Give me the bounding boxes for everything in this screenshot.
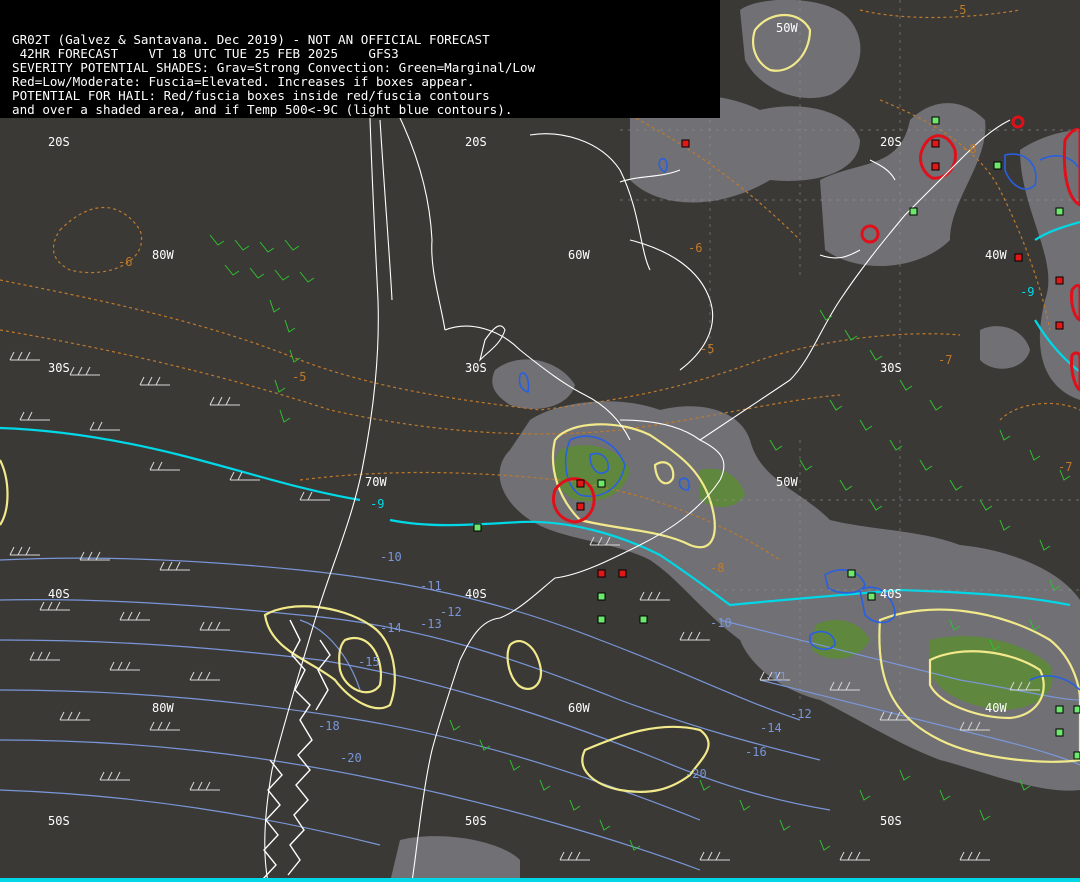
box-green bbox=[639, 615, 648, 624]
contour-label: -12 bbox=[440, 605, 462, 619]
contour-label: -10 bbox=[710, 616, 732, 630]
label-lat-50s: 50S bbox=[465, 814, 487, 828]
map-canvas: 20S 20S 20S 30S 30S 30S 40S 40S 40S 50S … bbox=[0, 0, 1080, 882]
label-lat-30s: 30S bbox=[465, 361, 487, 375]
label-lon-40w: 40W bbox=[985, 701, 1007, 715]
contour-label: -5 bbox=[700, 342, 714, 356]
label-lat-30s: 30S bbox=[48, 361, 70, 375]
box-red bbox=[1055, 321, 1064, 330]
legend-header: GR02T (Galvez & Santavana. Dec 2019) - N… bbox=[0, 0, 720, 118]
contour-label: -6 bbox=[688, 241, 702, 255]
contour-label: -20 bbox=[340, 751, 362, 765]
label-lon-50w: 50W bbox=[776, 475, 798, 489]
box-red bbox=[597, 569, 606, 578]
label-lat-20s: 20S bbox=[48, 135, 70, 149]
contour-label: -9 bbox=[370, 497, 384, 511]
box-green bbox=[867, 592, 876, 601]
forecast-map: 20S 20S 20S 30S 30S 30S 40S 40S 40S 50S … bbox=[0, 0, 1080, 882]
header-title: GR02T (Galvez & Santavana. Dec 2019) - N… bbox=[12, 32, 490, 47]
box-red bbox=[576, 502, 585, 511]
contour-label: -5 bbox=[952, 3, 966, 17]
label-lat-20s: 20S bbox=[880, 135, 902, 149]
box-green bbox=[1055, 207, 1064, 216]
box-red bbox=[1055, 276, 1064, 285]
box-green bbox=[993, 161, 1002, 170]
box-red bbox=[681, 139, 690, 148]
bottom-border-bar bbox=[0, 878, 1080, 882]
header-severity-legend-2: Red=Low/Moderate: Fuscia=Elevated. Incre… bbox=[12, 74, 475, 89]
label-lon-60w: 60W bbox=[568, 248, 590, 262]
box-red bbox=[576, 479, 585, 488]
contour-label: -20 bbox=[685, 767, 707, 781]
label-lon-40w: 40W bbox=[985, 248, 1007, 262]
label-lon-70w: 70W bbox=[365, 475, 387, 489]
box-red bbox=[618, 569, 627, 578]
box-green bbox=[1073, 705, 1080, 714]
contour-label: -5 bbox=[292, 370, 306, 384]
label-lon-60w: 60W bbox=[568, 701, 590, 715]
label-lat-20s: 20S bbox=[465, 135, 487, 149]
label-lon-50w: 50W bbox=[776, 21, 798, 35]
contour-label: -16 bbox=[745, 745, 767, 759]
contour-label: -8 bbox=[710, 561, 724, 575]
contour-label: -7 bbox=[1058, 460, 1072, 474]
chile-archipelago bbox=[261, 619, 331, 881]
box-green bbox=[847, 569, 856, 578]
contour-label: -18 bbox=[318, 719, 340, 733]
contour-label: -14 bbox=[760, 721, 782, 735]
contour-label: -11 bbox=[765, 670, 787, 684]
contour-label: -7 bbox=[938, 353, 952, 367]
contour-label: -14 bbox=[380, 621, 402, 635]
header-hail-legend-2: and over a shaded area, and if Temp 500<… bbox=[12, 102, 513, 117]
label-lon-80w: 80W bbox=[152, 701, 174, 715]
box-green bbox=[597, 479, 606, 488]
header-hail-legend: POTENTIAL FOR HAIL: Red/fuscia boxes ins… bbox=[12, 88, 490, 103]
label-lat-40s: 40S bbox=[465, 587, 487, 601]
contour-label: -8 bbox=[962, 142, 976, 156]
header-severity-legend: SEVERITY POTENTIAL SHADES: Grav=Strong C… bbox=[12, 60, 536, 75]
contour-label: -6 bbox=[118, 255, 132, 269]
box-green bbox=[473, 523, 482, 532]
box-green bbox=[1055, 728, 1064, 737]
contour-label: -9 bbox=[1020, 285, 1034, 299]
contour-label: -10 bbox=[380, 550, 402, 564]
label-lon-80w: 80W bbox=[152, 248, 174, 262]
box-red bbox=[931, 162, 940, 171]
box-red bbox=[1014, 253, 1023, 262]
label-lat-30s: 30S bbox=[880, 361, 902, 375]
label-lat-50s: 50S bbox=[48, 814, 70, 828]
box-green bbox=[909, 207, 918, 216]
contour-label: -12 bbox=[790, 707, 812, 721]
box-green bbox=[931, 116, 940, 125]
contour-label: -15 bbox=[358, 655, 380, 669]
header-forecast-time: 42HR FORECAST VT 18 UTC TUE 25 FEB 2025 … bbox=[12, 46, 399, 61]
contour-label: -13 bbox=[420, 617, 442, 631]
label-lat-40s: 40S bbox=[48, 587, 70, 601]
box-green bbox=[1073, 751, 1080, 760]
contour-label: -11 bbox=[420, 579, 442, 593]
box-red bbox=[931, 139, 940, 148]
label-lat-40s: 40S bbox=[880, 587, 902, 601]
box-green bbox=[597, 615, 606, 624]
box-green bbox=[597, 592, 606, 601]
box-green bbox=[1055, 705, 1064, 714]
label-lat-50s: 50S bbox=[880, 814, 902, 828]
